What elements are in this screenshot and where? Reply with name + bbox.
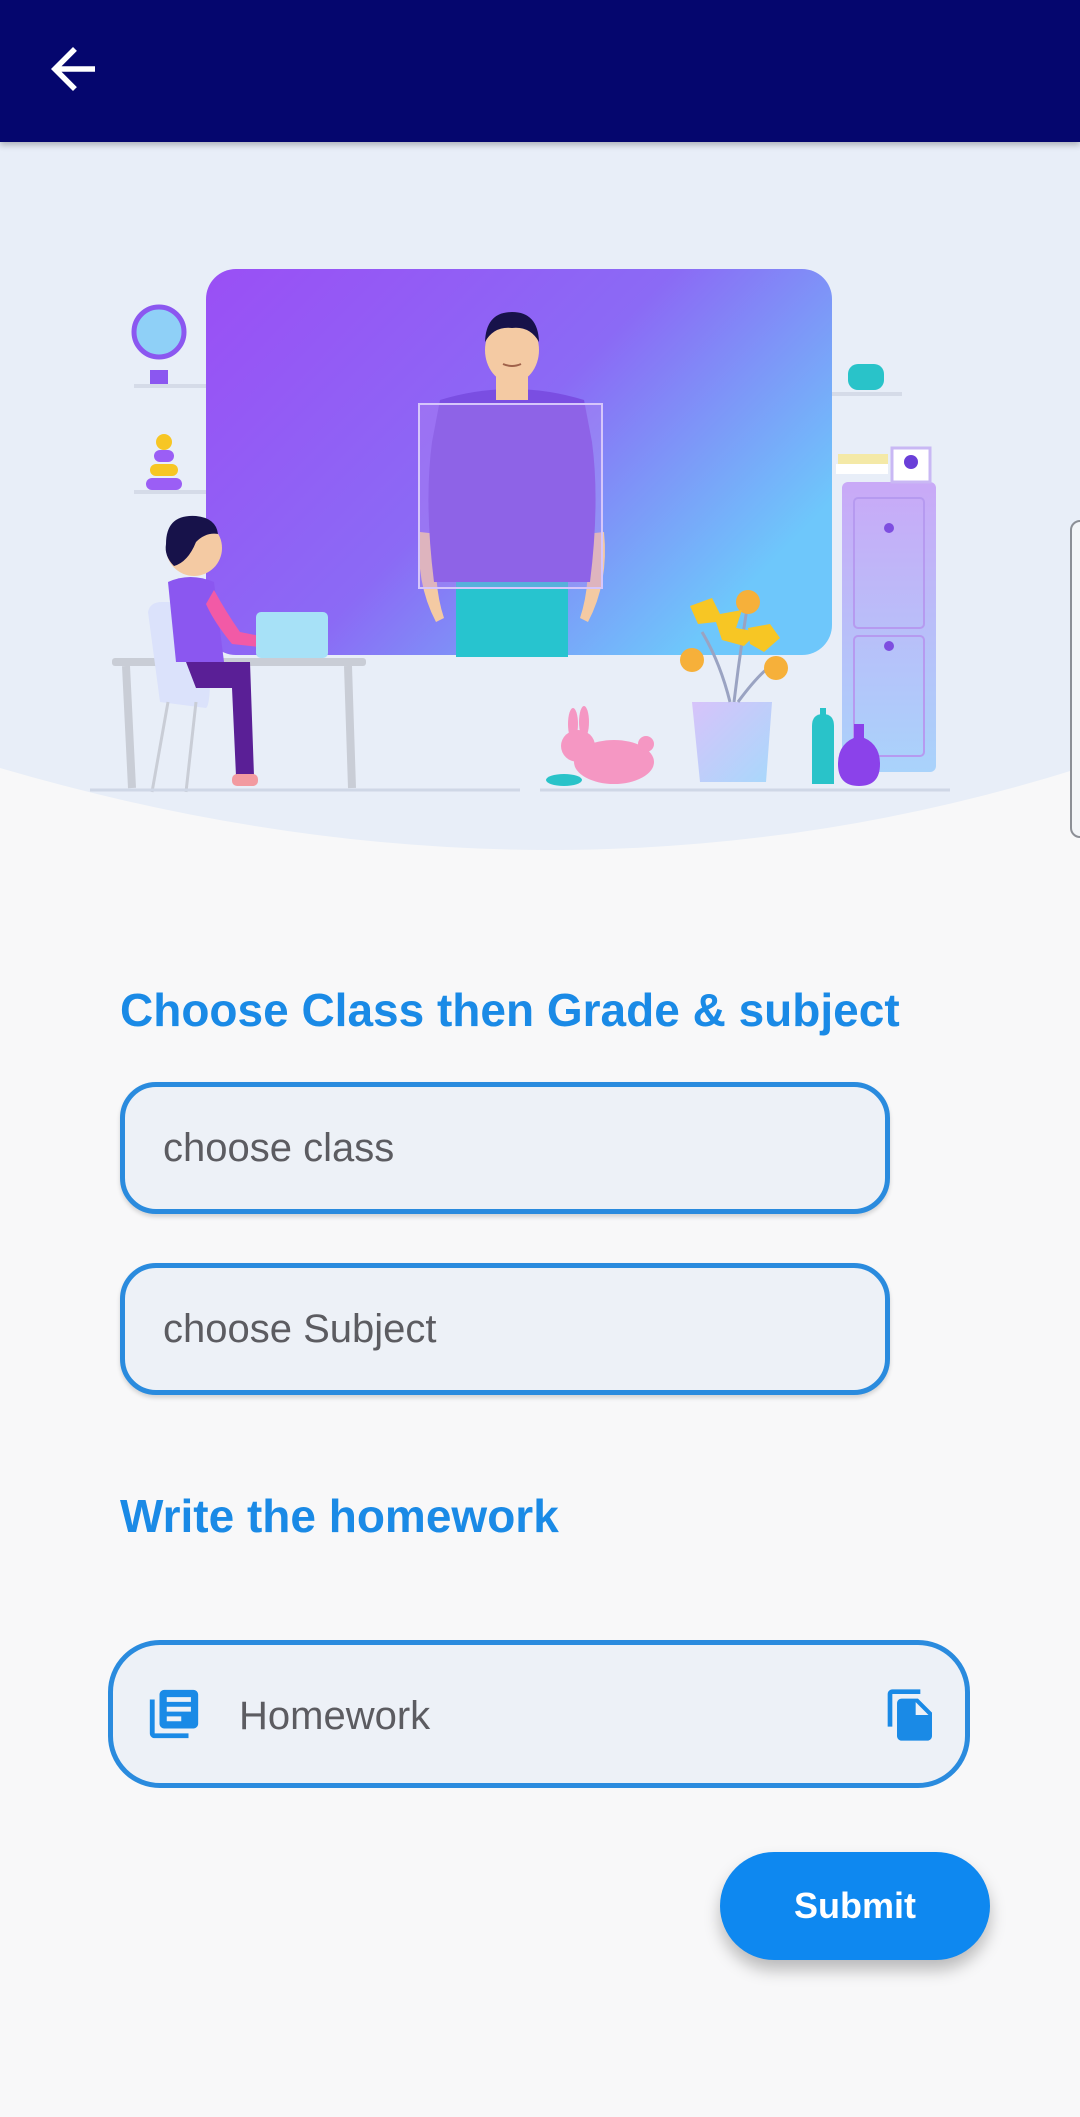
submit-button[interactable]: Submit: [720, 1852, 990, 1960]
illustration-svg: [0, 142, 1080, 850]
arrow-left-icon: [51, 47, 95, 91]
subject-dropdown-placeholder: choose Subject: [163, 1306, 437, 1351]
homework-section-title: Write the homework: [120, 1490, 559, 1542]
class-dropdown-placeholder: choose class: [163, 1125, 395, 1170]
file-copy-icon[interactable]: [883, 1683, 939, 1747]
scroll-indicator[interactable]: [1070, 520, 1080, 838]
class-dropdown[interactable]: choose class: [120, 1082, 890, 1214]
online-class-illustration: [0, 142, 1080, 872]
app-bar: [0, 0, 1080, 142]
article-icon: [149, 1689, 199, 1739]
subject-dropdown[interactable]: choose Subject: [120, 1263, 890, 1395]
homework-input[interactable]: [237, 1675, 841, 1757]
back-button[interactable]: [40, 36, 106, 102]
homework-field[interactable]: [108, 1640, 970, 1788]
class-section-title: Choose Class then Grade & subject: [120, 984, 900, 1036]
